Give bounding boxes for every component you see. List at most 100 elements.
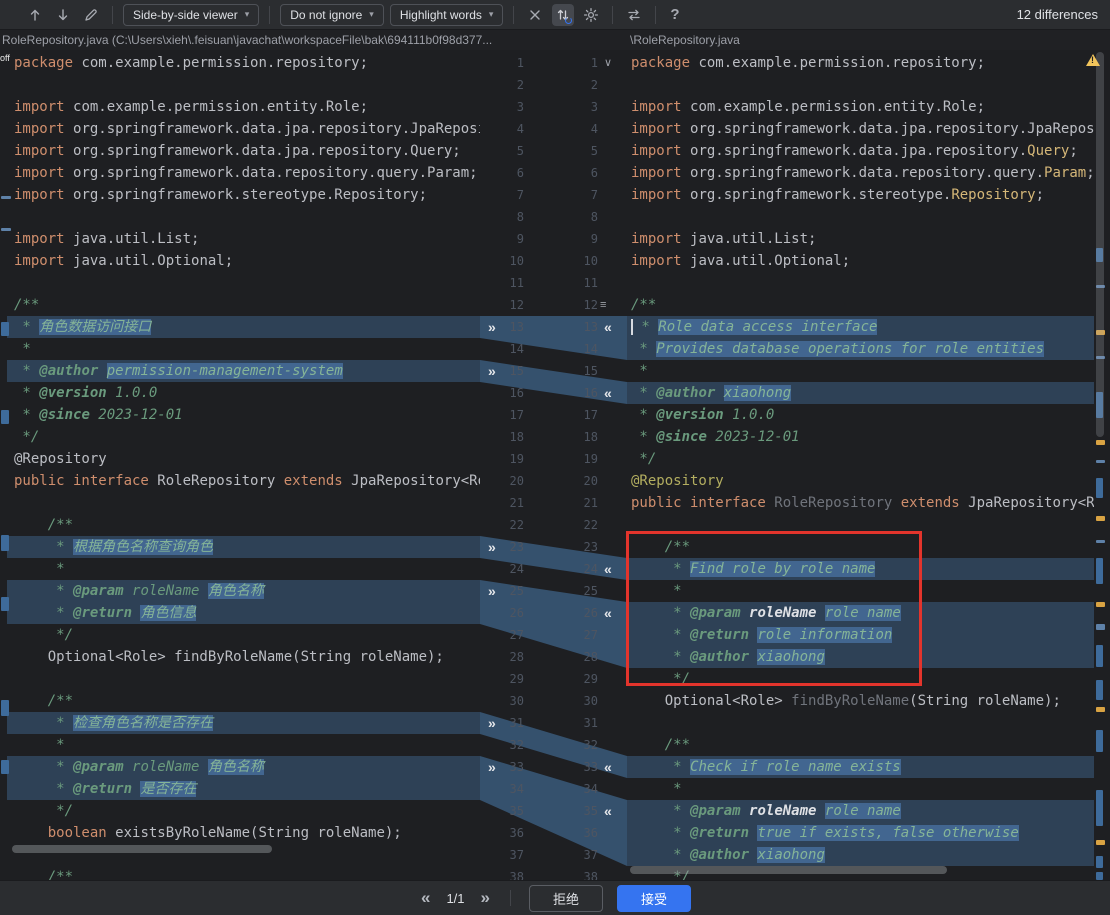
code-token: import (14, 121, 73, 137)
swap-sides-icon[interactable] (623, 4, 645, 26)
previous-difference-button[interactable]: « (419, 888, 432, 908)
code-token: @version (39, 385, 106, 401)
left-line-number: 20 (484, 470, 524, 492)
code-token (741, 803, 749, 819)
apply-change-right-arrow[interactable]: » (488, 360, 508, 382)
code-token: */ (14, 803, 73, 819)
code-line: * @since 2023-12-01 (627, 426, 1110, 448)
right-line-number: 32 (558, 734, 598, 756)
code-line: * @return 角色信息 (0, 602, 480, 624)
settings-gear-icon[interactable] (580, 4, 602, 26)
code-line: boolean existsByRoleName(String roleName… (0, 822, 480, 844)
sync-scrolling-icon[interactable] (552, 4, 574, 26)
collapse-icon[interactable] (524, 4, 546, 26)
code-token: import (14, 99, 73, 115)
sync-indicator (565, 17, 572, 24)
code-line: /** (0, 294, 480, 316)
ignore-policy-dropdown[interactable]: Do not ignore ▾ (280, 4, 384, 26)
edit-icon[interactable] (80, 4, 102, 26)
left-error-stripe (0, 50, 7, 880)
apply-change-right-arrow[interactable]: » (488, 712, 508, 734)
left-line-number: 17 (484, 404, 524, 426)
code-token: com.example.permission.entity.Role; (73, 99, 368, 115)
code-line: * @version 1.0.0 (0, 382, 480, 404)
viewer-mode-dropdown[interactable]: Side-by-side viewer ▾ (123, 4, 259, 26)
code-token (816, 803, 824, 819)
code-token: @return (690, 825, 749, 841)
apply-change-left-arrow[interactable]: « (604, 602, 624, 624)
code-token: * (14, 341, 31, 357)
code-token: @Repository (631, 473, 724, 489)
stripe-mark (1096, 730, 1103, 752)
code-line (0, 272, 480, 294)
next-change-icon[interactable] (52, 4, 74, 26)
apply-change-right-arrow[interactable]: » (488, 580, 508, 602)
right-file-path: \RoleRepository.java (630, 33, 740, 47)
left-editor-pane[interactable]: package com.example.permission.repositor… (0, 50, 480, 880)
apply-change-left-arrow[interactable]: « (604, 316, 624, 338)
right-line-number: 31 (558, 712, 598, 734)
stripe-mark (1096, 856, 1103, 868)
code-line: @Repository (627, 470, 1110, 492)
apply-change-left-arrow[interactable]: « (604, 756, 624, 778)
code-token: */ (14, 627, 73, 643)
code-token: java.util.Optional; (690, 253, 850, 269)
code-line (627, 74, 1110, 96)
left-line-number: 14 (484, 338, 524, 360)
right-line-number: 9 (558, 228, 598, 250)
previous-change-icon[interactable] (24, 4, 46, 26)
apply-change-right-arrow[interactable]: » (488, 316, 508, 338)
code-token: Provides database operations for role en… (656, 341, 1044, 357)
code-line: /** (627, 294, 1110, 316)
code-token: import (14, 231, 73, 247)
code-token: java.util.List; (73, 231, 199, 247)
reject-button[interactable]: 拒绝 (529, 885, 603, 912)
stripe-mark (1, 196, 11, 199)
next-difference-button[interactable]: » (479, 888, 492, 908)
code-token: * (14, 583, 73, 599)
right-line-number: 30 (558, 690, 598, 712)
right-line-number: 14 (558, 338, 598, 360)
left-horizontal-scrollbar-thumb[interactable] (12, 845, 272, 853)
right-line-number: 35 (558, 800, 598, 822)
stripe-mark (1096, 602, 1105, 607)
code-token: import (14, 165, 73, 181)
apply-change-left-arrow[interactable]: « (604, 558, 624, 580)
code-line: */ (0, 426, 480, 448)
stripe-mark (1096, 645, 1103, 667)
right-line-number: 34 (558, 778, 598, 800)
diff-gutter: 1122334455667788991010111112121313141415… (480, 50, 627, 880)
apply-change-left-arrow[interactable]: « (604, 800, 624, 822)
code-line: /** (0, 514, 480, 536)
code-token: * (14, 539, 73, 555)
fold-chevron-icon[interactable]: ∨ (604, 52, 612, 74)
highlight-policy-dropdown[interactable]: Highlight words ▾ (390, 4, 504, 26)
right-editor-pane[interactable]: package com.example.permission.repositor… (627, 50, 1110, 880)
gutter-lines-icon[interactable]: ≡ (600, 294, 606, 316)
code-token: * (14, 781, 73, 797)
code-line: public interface RoleRepository extends … (0, 470, 480, 492)
code-token: roleName (124, 759, 208, 775)
help-icon[interactable]: ? (666, 6, 683, 23)
accept-button[interactable]: 接受 (617, 885, 691, 912)
code-line: * Check if role name exists (627, 756, 1110, 778)
code-token: RoleRepository (157, 473, 283, 489)
apply-change-left-arrow[interactable]: « (604, 382, 624, 404)
code-token: @since (39, 407, 90, 423)
left-line-number: 10 (484, 250, 524, 272)
code-token: */ (631, 451, 656, 467)
code-line: import org.springframework.data.jpa.repo… (627, 118, 1110, 140)
code-token: @param (73, 583, 124, 599)
vertical-scrollbar-thumb[interactable] (1096, 52, 1104, 437)
code-line: import org.springframework.data.reposito… (627, 162, 1110, 184)
apply-change-right-arrow[interactable]: » (488, 536, 508, 558)
stripe-mark (1096, 790, 1103, 826)
left-file-path: RoleRepository.java (C:\Users\xieh\.feis… (2, 33, 602, 47)
code-token: @since (656, 429, 707, 445)
code-line: * (627, 360, 1110, 382)
apply-change-right-arrow[interactable]: » (488, 756, 508, 778)
right-line-number: 22 (558, 514, 598, 536)
code-token: extends (284, 473, 351, 489)
right-horizontal-scrollbar-thumb[interactable] (630, 866, 947, 874)
code-line: * 角色数据访问接口 (0, 316, 480, 338)
